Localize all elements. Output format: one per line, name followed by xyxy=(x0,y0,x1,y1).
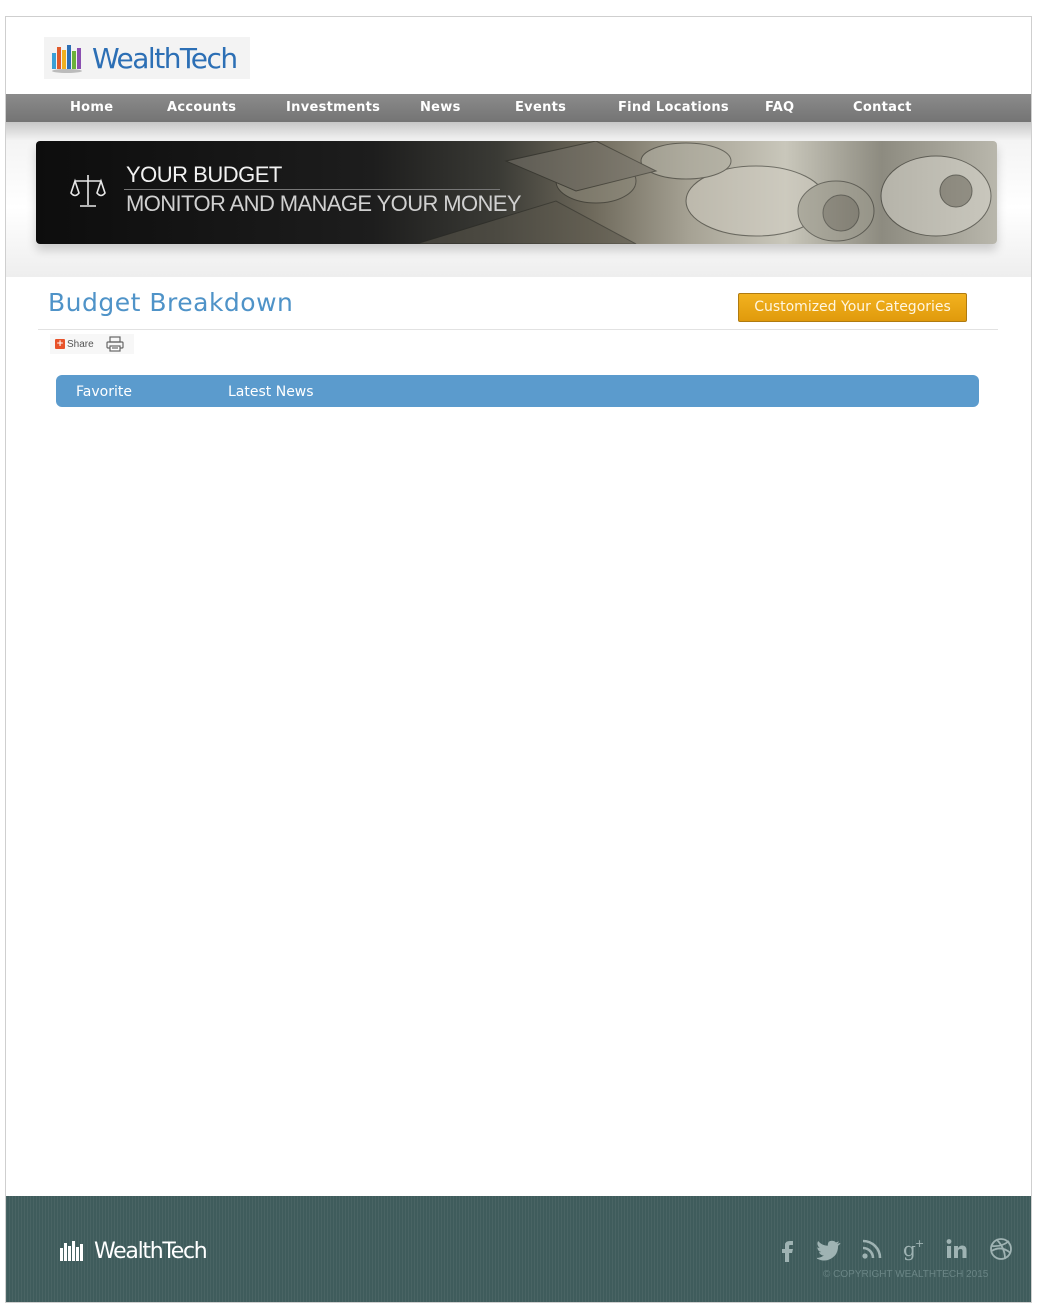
banner-divider xyxy=(124,189,500,190)
banner-subtitle: MONITOR AND MANAGE YOUR MONEY xyxy=(126,191,522,216)
linkedin-icon[interactable] xyxy=(944,1236,970,1262)
scales-icon xyxy=(70,175,106,207)
tab-latest-news[interactable]: Latest News xyxy=(228,375,314,407)
nav-home[interactable]: Home xyxy=(70,94,113,122)
brand-name: WealthTech xyxy=(92,41,238,75)
main-nav: Home Accounts Investments News Events Fi… xyxy=(6,94,1031,122)
tab-favorite[interactable]: Favorite xyxy=(76,375,132,407)
plus-icon: + xyxy=(55,339,65,349)
printer-icon[interactable] xyxy=(106,336,124,352)
banner-title: YOUR BUDGET xyxy=(126,162,282,187)
page-frame: WealthTech Home Accounts Investments New… xyxy=(5,16,1032,1303)
content-tabs: Favorite Latest News xyxy=(56,375,979,407)
share-toolbar: + Share xyxy=(50,334,134,354)
copyright-text: © COPYRIGHT WEALTHTECH 2015 xyxy=(823,1269,989,1280)
nav-news[interactable]: News xyxy=(420,94,461,122)
nav-faq[interactable]: FAQ xyxy=(765,94,794,122)
nav-accounts[interactable]: Accounts xyxy=(167,94,236,122)
title-divider xyxy=(38,329,998,330)
footer-logo[interactable]: WealthTech xyxy=(58,1238,208,1264)
rss-icon[interactable] xyxy=(859,1236,885,1262)
share-button[interactable]: + Share xyxy=(55,339,94,350)
dribbble-icon[interactable] xyxy=(988,1236,1014,1262)
google-plus-icon[interactable]: g + xyxy=(902,1236,928,1262)
nav-contact[interactable]: Contact xyxy=(853,94,912,122)
footer: WealthTech g + © COPYRIGHT WEALTHTECH 201… xyxy=(6,1196,1031,1302)
customize-categories-button[interactable]: Customized Your Categories xyxy=(738,293,967,322)
nav-events[interactable]: Events xyxy=(515,94,566,122)
page-title: Budget Breakdown xyxy=(48,288,294,317)
banner-zone: YOUR BUDGET MONITOR AND MANAGE YOUR MONE… xyxy=(6,122,1031,277)
share-label: Share xyxy=(67,338,94,350)
svg-text:+: + xyxy=(915,1237,924,1250)
nav-investments[interactable]: Investments xyxy=(286,94,380,122)
footer-brand-name: WealthTech xyxy=(94,1238,208,1264)
banner: YOUR BUDGET MONITOR AND MANAGE YOUR MONE… xyxy=(36,141,997,244)
twitter-icon[interactable] xyxy=(817,1236,843,1262)
nav-find-locations[interactable]: Find Locations xyxy=(618,94,729,122)
bar-logo-icon xyxy=(52,45,82,73)
facebook-icon[interactable] xyxy=(775,1236,801,1262)
bar-logo-icon xyxy=(60,1241,83,1261)
brand-logo[interactable]: WealthTech xyxy=(44,37,250,79)
